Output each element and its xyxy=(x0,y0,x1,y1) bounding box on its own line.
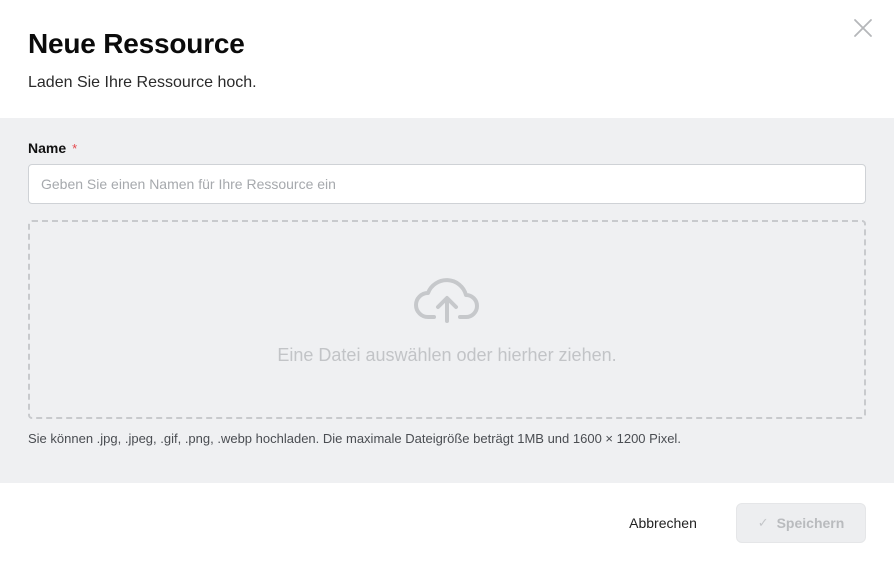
save-button[interactable]: ✓ Speichern xyxy=(736,503,866,543)
dialog-title: Neue Ressource xyxy=(28,28,245,59)
new-resource-dialog: Neue Ressource Laden Sie Ihre Ressource … xyxy=(0,0,894,565)
save-button-label: Speichern xyxy=(776,515,845,531)
file-dropzone[interactable]: Eine Datei auswählen oder hierher ziehen… xyxy=(28,220,866,419)
close-icon xyxy=(854,19,872,37)
required-marker: * xyxy=(72,140,78,156)
dialog-body: Name * Eine Datei auswählen oder hierher… xyxy=(0,118,894,483)
name-label: Name xyxy=(28,140,67,156)
dropzone-text: Eine Datei auswählen oder hierher ziehen… xyxy=(277,345,617,365)
check-icon: ✓ xyxy=(757,515,769,530)
dialog-header: Neue Ressource Laden Sie Ihre Ressource … xyxy=(0,0,894,118)
name-input[interactable] xyxy=(28,164,866,204)
name-label-row: Name * xyxy=(28,140,866,156)
upload-hint: Sie können .jpg, .jpeg, .gif, .png, .web… xyxy=(28,431,681,446)
cloud-upload-icon xyxy=(414,278,479,323)
dialog-footer: Abbrechen ✓ Speichern xyxy=(0,483,894,565)
dialog-subtitle: Laden Sie Ihre Ressource hoch. xyxy=(28,74,257,91)
close-button[interactable] xyxy=(852,17,874,39)
cancel-button[interactable]: Abbrechen xyxy=(612,503,714,543)
